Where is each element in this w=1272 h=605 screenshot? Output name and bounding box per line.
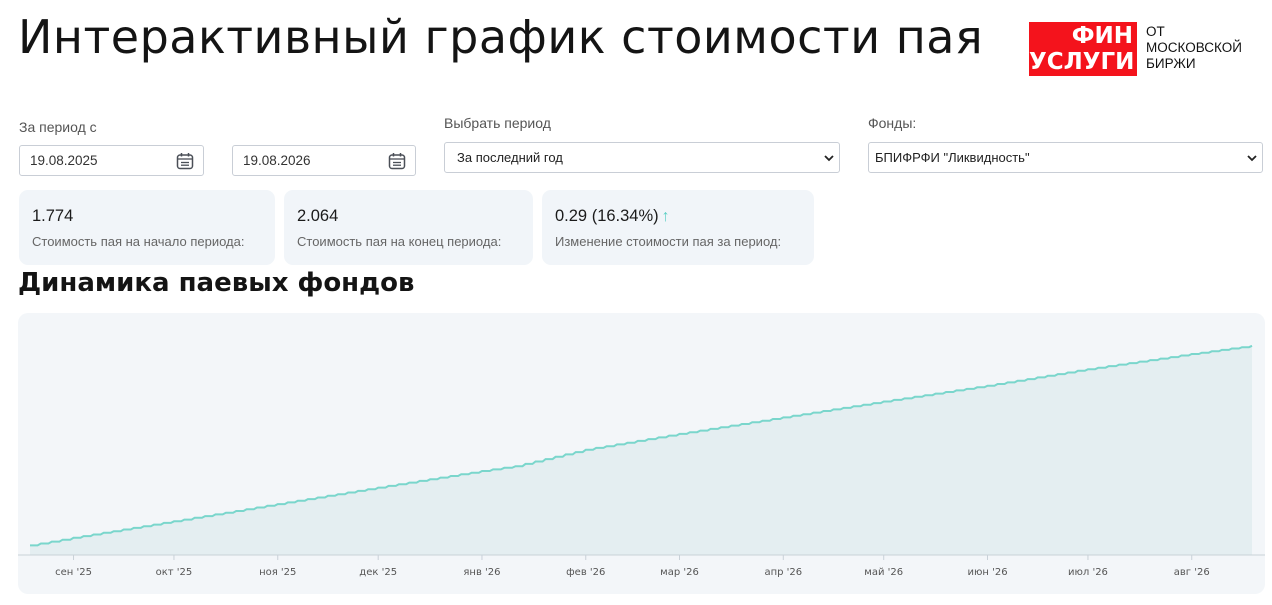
end-value: 2.064 bbox=[297, 207, 339, 225]
logo-line-2: УСЛУГИ bbox=[1029, 49, 1135, 75]
stat-card-change: 0.29 (16.34%) ↑ Изменение стоимости пая з… bbox=[542, 190, 814, 265]
x-tick-label: дек '25 bbox=[359, 567, 397, 578]
logo-sub-3: БИРЖИ bbox=[1146, 56, 1196, 71]
start-value: 1.774 bbox=[32, 207, 74, 225]
change-label: Изменение стоимости пая за период: bbox=[555, 234, 782, 249]
date-to-input[interactable]: 19.08.2026 bbox=[232, 145, 416, 176]
stat-card-start: 1.774 Стоимость пая на начало периода: bbox=[19, 190, 275, 265]
date-from-value: 19.08.2025 bbox=[30, 153, 98, 168]
period-select-label: Выбрать период bbox=[444, 115, 551, 131]
fund-value-chart[interactable]: сен '25 окт '25 ноя '25 дек '25 янв '26 фев '… bbox=[18, 313, 1265, 594]
change-row: 0.29 (16.34%) ↑ bbox=[555, 207, 814, 226]
arrow-up-icon: ↑ bbox=[661, 208, 670, 225]
x-tick-label: мар '26 bbox=[660, 567, 699, 578]
x-tick-label: окт '25 bbox=[156, 567, 193, 578]
finuslugi-logo[interactable]: ФИН УСЛУГИ ОТ МОСКОВСКОЙ БИРЖИ bbox=[1029, 22, 1254, 78]
x-tick-label: июн '26 bbox=[967, 567, 1007, 578]
funds-select[interactable]: БПИФРФИ "Ликвидность" bbox=[868, 142, 1263, 173]
chart-panel[interactable]: сен '25 окт '25 ноя '25 дек '25 янв '26 фев '… bbox=[18, 313, 1265, 594]
x-tick-label: ноя '25 bbox=[259, 567, 296, 578]
period-from-label: За период с bbox=[19, 119, 97, 135]
start-label: Стоимость пая на начало периода: bbox=[32, 234, 245, 249]
date-to-value: 19.08.2026 bbox=[243, 153, 311, 168]
end-label: Стоимость пая на конец периода: bbox=[297, 234, 502, 249]
x-tick-label: май '26 bbox=[864, 567, 903, 578]
x-axis-ticks: сен '25 окт '25 ноя '25 дек '25 янв '26 фев '… bbox=[55, 555, 1210, 578]
period-select-value: За последний год bbox=[457, 150, 563, 165]
period-select[interactable]: За последний год bbox=[444, 142, 840, 173]
funds-label: Фонды: bbox=[868, 115, 917, 131]
stat-card-end: 2.064 Стоимость пая на конец периода: bbox=[284, 190, 533, 265]
logo-line-1: ФИН bbox=[1071, 23, 1133, 49]
date-from-input[interactable]: 19.08.2025 bbox=[19, 145, 204, 176]
change-value: 0.29 (16.34%) bbox=[555, 207, 659, 225]
calendar-icon[interactable] bbox=[176, 152, 194, 170]
chart-section-title: Динамика паевых фондов bbox=[18, 268, 415, 298]
x-tick-label: авг '26 bbox=[1174, 567, 1210, 578]
x-tick-label: июл '26 bbox=[1068, 567, 1108, 578]
x-tick-label: сен '25 bbox=[55, 567, 92, 578]
logo-subtitle: ОТ МОСКОВСКОЙ БИРЖИ bbox=[1146, 24, 1242, 72]
logo-sub-2: МОСКОВСКОЙ bbox=[1146, 40, 1242, 55]
logo-sub-1: ОТ bbox=[1146, 24, 1165, 39]
funds-select-value: БПИФРФИ "Ликвидность" bbox=[875, 150, 1030, 165]
page-title: Интерактивный график стоимости пая bbox=[18, 10, 984, 64]
chevron-down-icon bbox=[1247, 155, 1257, 162]
x-tick-label: фев '26 bbox=[566, 567, 605, 578]
x-tick-label: янв '26 bbox=[463, 567, 500, 578]
calendar-icon[interactable] bbox=[388, 152, 406, 170]
area-fill bbox=[30, 345, 1252, 555]
chevron-down-icon bbox=[824, 155, 834, 162]
x-tick-label: апр '26 bbox=[764, 567, 802, 578]
